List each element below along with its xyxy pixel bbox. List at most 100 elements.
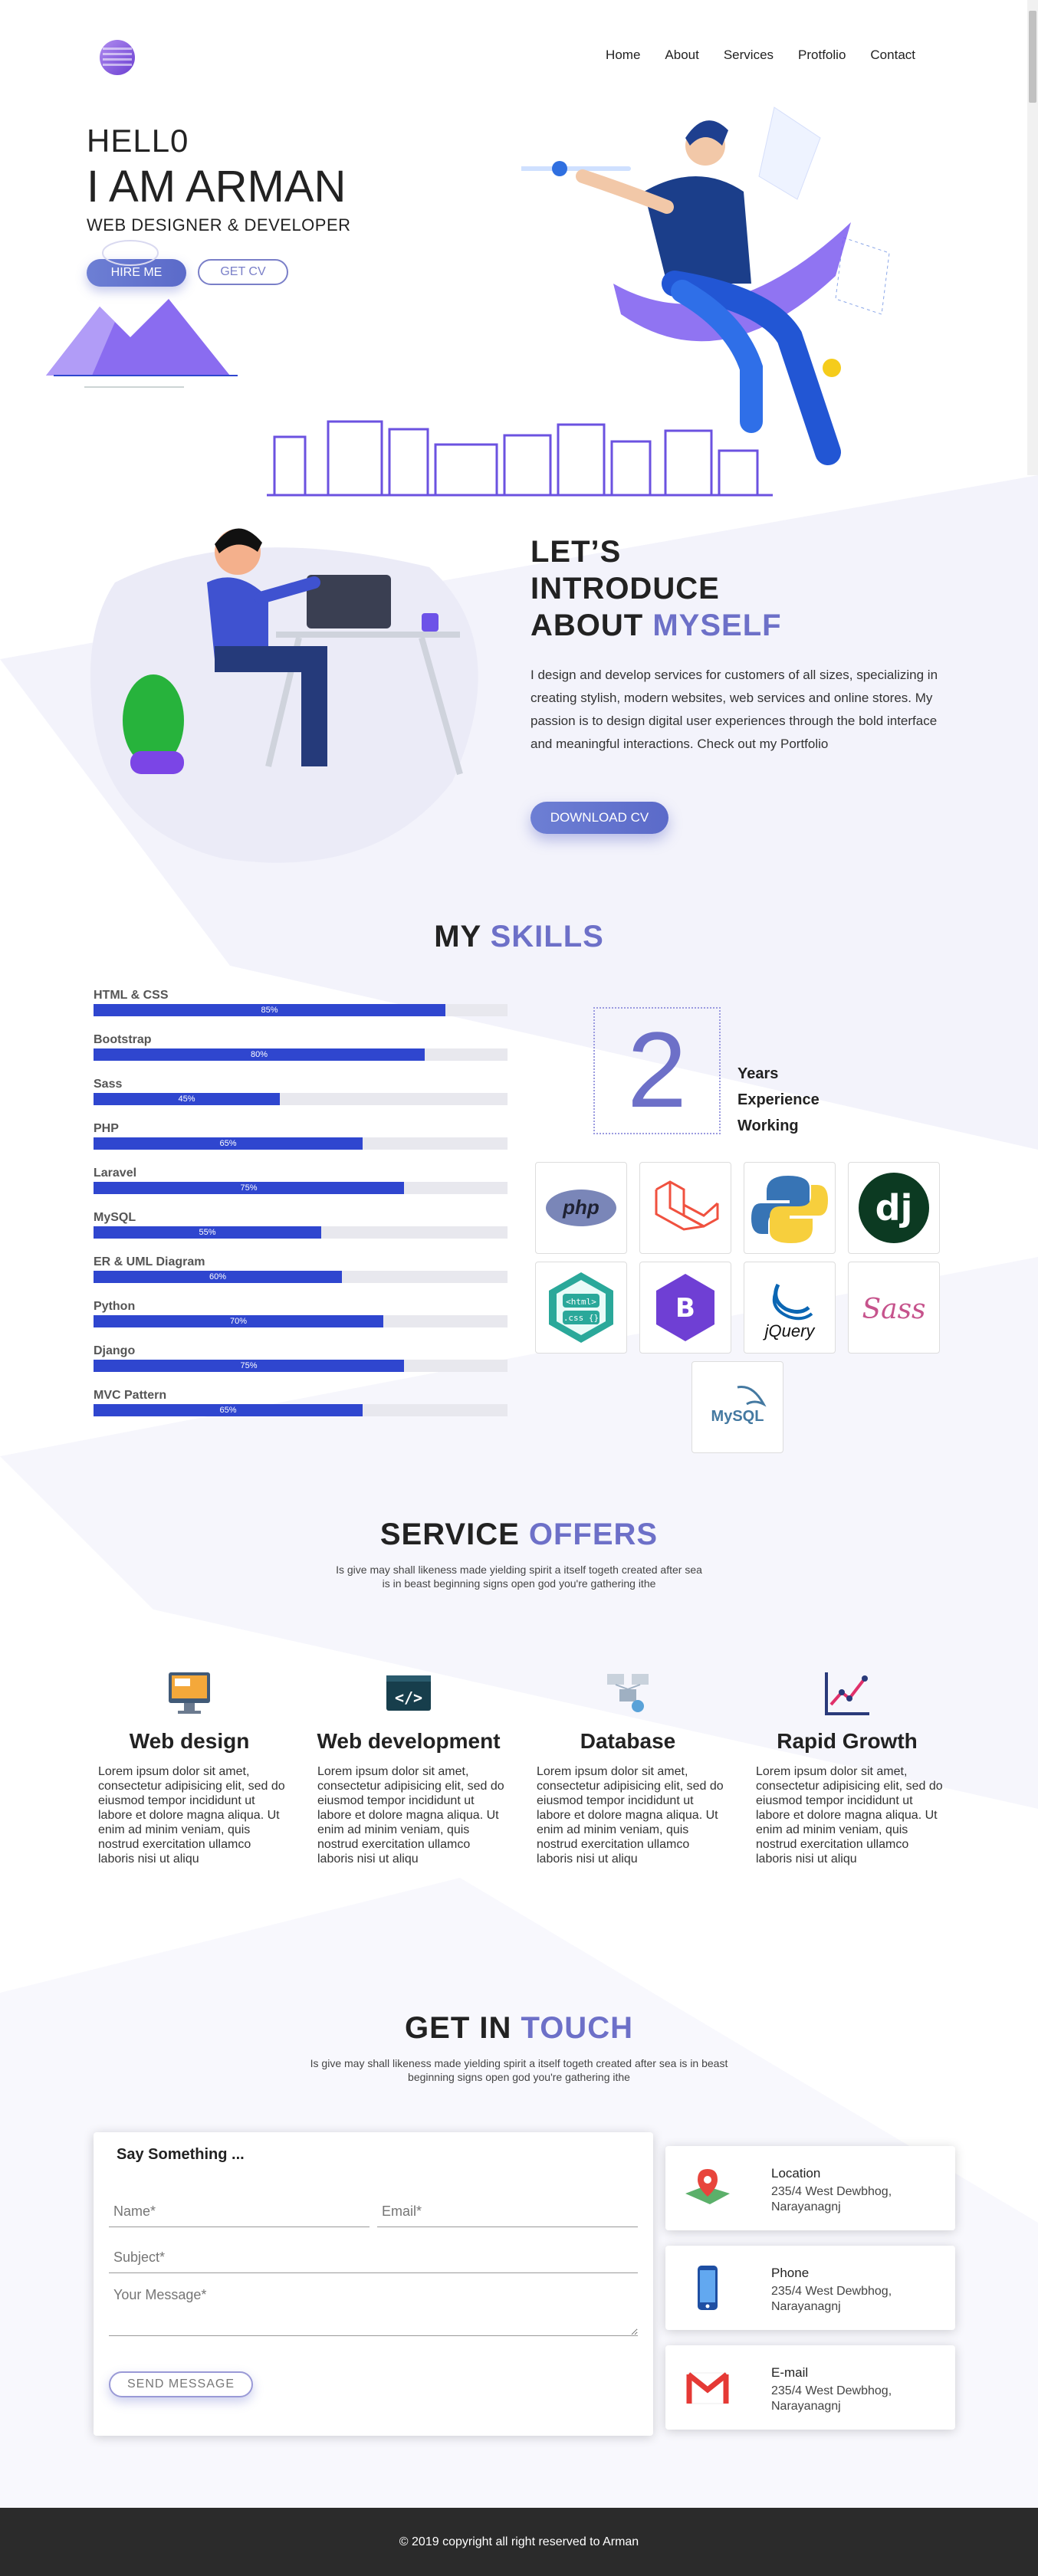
- service-description: Lorem ipsum dolor sit amet, consectetur …: [756, 1765, 943, 1866]
- service-title: Rapid Growth: [777, 1729, 918, 1753]
- contact-title: GET IN TOUCH: [0, 2011, 1038, 2046]
- skill-progress-bar: 80%: [94, 1048, 425, 1061]
- service-description: Lorem ipsum dolor sit amet, consectetur …: [317, 1765, 504, 1866]
- skill-track: 75%: [94, 1360, 508, 1372]
- skill-track: 85%: [94, 1004, 508, 1016]
- service-description: Lorem ipsum dolor sit amet, consectetur …: [98, 1765, 285, 1866]
- php-logo-text: php: [562, 1196, 599, 1219]
- skill-track: 45%: [94, 1093, 508, 1105]
- skill-track: 55%: [94, 1226, 508, 1239]
- experience-line2: Experience: [737, 1091, 820, 1108]
- email-title: E-mail: [771, 2365, 809, 2380]
- about-title-line1: LET’S: [530, 535, 622, 569]
- skill-progress-bar: 65%: [94, 1404, 363, 1416]
- skill-progress-bar: 75%: [94, 1360, 404, 1372]
- scrollbar-thumb[interactable]: [1029, 11, 1036, 103]
- download-cv-button[interactable]: DOWNLOAD CV: [530, 802, 668, 834]
- skill-item: Django 75%: [94, 1344, 508, 1372]
- php-icon: php: [535, 1162, 627, 1254]
- contact-title-accent: TOUCH: [521, 2011, 633, 2045]
- skills-title-a: MY: [434, 920, 491, 953]
- contact-title-a: GET IN: [405, 2011, 521, 2045]
- skill-progress-bar: 45%: [94, 1093, 280, 1105]
- services-subtitle-line2: is in beast beginning signs open god you…: [382, 1577, 656, 1590]
- location-title: Location: [771, 2166, 821, 2181]
- skill-name: Laravel: [94, 1167, 137, 1180]
- nav-portfolio[interactable]: Protfolio: [798, 48, 846, 63]
- about-illustration: [90, 528, 478, 863]
- skill-progress-bar: 60%: [94, 1271, 342, 1283]
- experience-box: 2: [593, 1007, 721, 1134]
- skills-title: MY SKILLS: [0, 920, 1038, 954]
- about-description: I design and develop services for custom…: [530, 668, 938, 751]
- location-text: 235/4 West Dewbhog, Narayanagnj: [771, 2185, 892, 2213]
- nav-about[interactable]: About: [665, 48, 698, 63]
- skill-item: HTML & CSS 85%: [94, 989, 508, 1016]
- skill-item: MySQL 55%: [94, 1211, 508, 1239]
- laravel-icon: [639, 1162, 731, 1254]
- skill-track: 75%: [94, 1182, 508, 1194]
- services-title: SERVICE OFFERS: [0, 1518, 1038, 1552]
- skills-title-accent: SKILLS: [490, 920, 604, 953]
- form-title: Say Something ...: [117, 2146, 245, 2163]
- skill-name: MySQL: [94, 1211, 136, 1224]
- mysql-logo-text: MySQL: [711, 1408, 764, 1425]
- email-text: 235/4 West Dewbhog, Narayanagnj: [771, 2384, 892, 2413]
- skill-name: PHP: [94, 1122, 119, 1135]
- name-field[interactable]: [109, 2197, 370, 2227]
- email-field[interactable]: [377, 2197, 638, 2227]
- service-title: Database: [580, 1729, 676, 1753]
- about-title: LET’S INTRODUCE ABOUT MYSELF: [530, 533, 782, 644]
- subject-field[interactable]: [109, 2243, 638, 2273]
- skill-item: Bootstrap 80%: [94, 1033, 508, 1061]
- svg-text:dj: dj: [875, 1187, 913, 1229]
- service-title: Web development: [317, 1729, 501, 1753]
- contact-subtitle-line2: beginning signs open god you're gatherin…: [408, 2071, 630, 2083]
- main-menu: Home About Services Protfolio Contact: [606, 48, 915, 63]
- services-title-accent: OFFERS: [528, 1518, 659, 1551]
- email-card: E-mail 235/4 West Dewbhog, Narayanagnj: [665, 2345, 955, 2430]
- map-pin-icon: [685, 2169, 730, 2204]
- mountain-illustration: [46, 240, 238, 388]
- hero-text: HELL0 I AM ARMAN WEB DESIGNER & DEVELOPE…: [87, 123, 351, 235]
- service-title: Web design: [129, 1729, 250, 1753]
- skill-name: Bootstrap: [94, 1033, 152, 1046]
- nav-services[interactable]: Services: [724, 48, 774, 63]
- skill-item: Laravel 75%: [94, 1167, 508, 1194]
- service-card: Rapid Growth Lorem ipsum dolor sit amet,…: [751, 1668, 943, 1866]
- skill-track: 70%: [94, 1315, 508, 1327]
- message-field[interactable]: [109, 2282, 638, 2336]
- about-title-line3-accent: MYSELF: [652, 609, 782, 642]
- about-title-line3-a: ABOUT: [530, 609, 653, 642]
- service-card: Web design Lorem ipsum dolor sit amet, c…: [94, 1668, 285, 1866]
- logo-icon[interactable]: [100, 40, 135, 75]
- skill-progress-bar: 65%: [94, 1137, 363, 1150]
- hero-hello: HELL0: [87, 123, 189, 159]
- growth-chart-icon: [825, 1672, 869, 1715]
- bootstrap-icon: B: [639, 1262, 731, 1354]
- skill-name: Python: [94, 1300, 136, 1313]
- scrollbar[interactable]: [1027, 0, 1038, 475]
- database-icon: [607, 1674, 649, 1712]
- skill-name: MVC Pattern: [94, 1389, 167, 1402]
- service-card: </> Web development Lorem ipsum dolor si…: [313, 1668, 504, 1866]
- location-card: Location 235/4 West Dewbhog, Narayanagnj: [665, 2146, 955, 2230]
- python-icon: [744, 1162, 836, 1254]
- skill-item: Python 70%: [94, 1300, 508, 1327]
- nav-contact[interactable]: Contact: [870, 48, 915, 63]
- svg-text:B: B: [675, 1293, 695, 1324]
- sass-icon: Sass: [848, 1262, 940, 1354]
- html-css-icon: <html> .css {}: [535, 1262, 627, 1354]
- send-message-button[interactable]: SEND MESSAGE: [109, 2371, 253, 2397]
- phone-icon: [698, 2266, 718, 2310]
- contact-subtitle-line1: Is give may shall likeness made yielding…: [310, 2057, 728, 2069]
- experience-number: 2: [627, 1009, 687, 1130]
- skill-track: 65%: [94, 1404, 508, 1416]
- sass-logo-text: Sass: [862, 1294, 925, 1325]
- skill-name: Django: [94, 1344, 136, 1357]
- service-description: Lorem ipsum dolor sit amet, consectetur …: [537, 1765, 724, 1866]
- service-card: Database Lorem ipsum dolor sit amet, con…: [532, 1668, 724, 1866]
- nav-home[interactable]: Home: [606, 48, 640, 63]
- mysql-icon: MySQL: [691, 1361, 783, 1453]
- skill-progress-bar: 75%: [94, 1182, 404, 1194]
